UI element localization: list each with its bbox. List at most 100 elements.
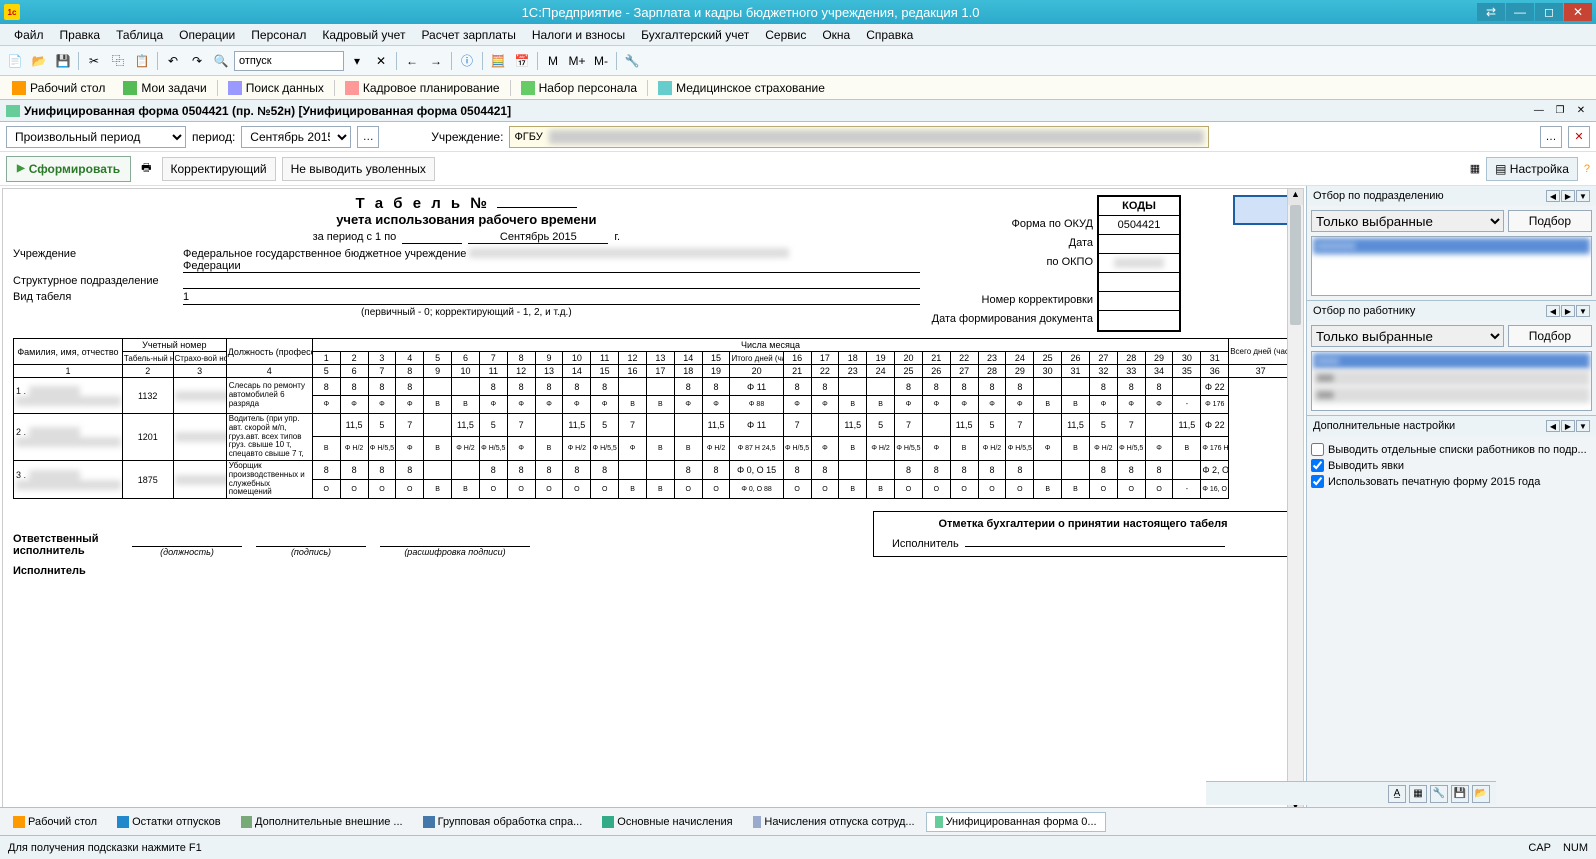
panel-collapse-icon[interactable]: ▼	[1576, 190, 1590, 202]
panel-right-icon[interactable]: ▶	[1561, 190, 1575, 202]
doc-minimize-button[interactable]: —	[1530, 103, 1548, 119]
menu-accounting[interactable]: Бухгалтерский учет	[633, 25, 757, 45]
taskbar-item-5[interactable]: Начисления отпуска сотруд...	[744, 812, 924, 832]
period-month-select[interactable]: Сентябрь 2015	[241, 126, 351, 148]
check-option-0[interactable]: Выводить отдельные списки работников по …	[1311, 443, 1592, 456]
tool-redo-icon[interactable]: ↷	[186, 50, 208, 72]
wrench-icon[interactable]: 🔧	[1430, 785, 1448, 803]
menu-help[interactable]: Справка	[858, 25, 921, 45]
statusbar: Для получения подсказки нажмите F1 CAPNU…	[0, 835, 1596, 859]
tool-open-icon[interactable]: 📂	[28, 50, 50, 72]
tool-m-button[interactable]: M	[542, 50, 564, 72]
tool-calc-icon[interactable]: 🧮	[487, 50, 509, 72]
taskbar-item-4[interactable]: Основные начисления	[593, 812, 741, 832]
subdiv-mode-select[interactable]: Только выбранные	[1311, 210, 1504, 232]
employee-mode-select[interactable]: Только выбранные	[1311, 325, 1504, 347]
nav-tasks[interactable]: Мои задачи	[115, 79, 214, 97]
help-circle-icon[interactable]: ?	[1584, 163, 1590, 175]
tool-mplus-button[interactable]: M+	[566, 50, 588, 72]
taskbar-item-2[interactable]: Дополнительные внешние ...	[232, 812, 412, 832]
search-clear-icon[interactable]: ✕	[370, 50, 392, 72]
menu-taxes[interactable]: Налоги и взносы	[524, 25, 633, 45]
tool-cut-icon[interactable]: ✂	[83, 50, 105, 72]
taskbar-item-3[interactable]: Групповая обработка спра...	[414, 812, 592, 832]
filter-icon[interactable]: ▦	[1409, 785, 1427, 803]
doc-close-button[interactable]: ✕	[1572, 103, 1590, 119]
window-titlebar: 1c 1С:Предприятие - Зарплата и кадры бюд…	[0, 0, 1596, 24]
nav-toolbar: Рабочий стол Мои задачи Поиск данных Кад…	[0, 76, 1596, 100]
tool-settings-icon[interactable]: 🔧	[621, 50, 643, 72]
report-vscrollbar[interactable]: ▲▼	[1287, 189, 1303, 817]
check-option-1[interactable]: Выводить явки	[1311, 459, 1592, 472]
taskbar-item-6[interactable]: Унифицированная форма 0...	[926, 812, 1106, 832]
tool-forward-icon[interactable]: →	[425, 50, 447, 72]
menu-table[interactable]: Таблица	[108, 25, 171, 45]
nav-desktop[interactable]: Рабочий стол	[4, 79, 113, 97]
menu-windows[interactable]: Окна	[814, 25, 858, 45]
check-option-2[interactable]: Использовать печатную форму 2015 года	[1311, 475, 1592, 488]
period-mode-select[interactable]: Произвольный период	[6, 126, 186, 148]
menu-edit[interactable]: Правка	[52, 25, 109, 45]
org-field[interactable]: ФГБУ	[509, 126, 1209, 148]
menu-payroll[interactable]: Расчет зарплаты	[413, 25, 523, 45]
menu-personnel[interactable]: Персонал	[243, 25, 314, 45]
report-title: Т а б е л ь №	[355, 195, 490, 212]
org-clear-button[interactable]: ✕	[1568, 126, 1590, 148]
main-toolbar: 📄 📂 💾 ✂ ⿻ 📋 ↶ ↷ 🔍 ▾ ✕ ← → ⓘ 🧮 📅 M M+ M- …	[0, 46, 1596, 76]
report-area: Т а б е л ь № учета использования рабоче…	[2, 188, 1304, 834]
tool-new-icon[interactable]: 📄	[4, 50, 26, 72]
menu-hr[interactable]: Кадровый учет	[314, 25, 413, 45]
tool-help-icon[interactable]: ⓘ	[456, 50, 478, 72]
blank-field-box[interactable]	[1233, 195, 1293, 225]
period-row: Произвольный период период: Сентябрь 201…	[0, 122, 1596, 152]
subdiv-pick-button[interactable]: Подбор	[1508, 210, 1592, 232]
period-picker-button[interactable]: …	[357, 126, 379, 148]
hide-dismissed-button[interactable]: Не выводить уволенных	[282, 157, 435, 181]
subdiv-list[interactable]: xxxxxxx	[1311, 236, 1592, 296]
tool-find-icon[interactable]: 🔍	[210, 50, 232, 72]
correcting-button[interactable]: Корректирующий	[162, 157, 276, 181]
font-icon[interactable]: A̲	[1388, 785, 1406, 803]
taskbar-item-0[interactable]: Рабочий стол	[4, 812, 106, 832]
window-maximize-button[interactable]: ◻	[1535, 3, 1563, 21]
grid-icon[interactable]: ▦	[1470, 162, 1480, 175]
tool-save-icon[interactable]: 💾	[52, 50, 74, 72]
tool-paste-icon[interactable]: 📋	[131, 50, 153, 72]
generate-button[interactable]: Сформировать	[6, 156, 131, 182]
nav-search[interactable]: Поиск данных	[220, 79, 332, 97]
org-picker-button[interactable]: …	[1540, 126, 1562, 148]
window-close-button[interactable]: ✕	[1564, 3, 1592, 21]
tool-back-icon[interactable]: ←	[401, 50, 423, 72]
employee-pick-button[interactable]: Подбор	[1508, 325, 1592, 347]
settings-button[interactable]: ▤ Настройка	[1486, 157, 1578, 181]
app-logo-icon: 1c	[4, 4, 20, 20]
employee-list[interactable]: xxxxxxxxxx	[1311, 351, 1592, 411]
window-minimize-button[interactable]: —	[1506, 3, 1534, 21]
tool-copy-icon[interactable]: ⿻	[107, 50, 129, 72]
signature-area: Ответственный исполнитель (должность) (п…	[13, 511, 1293, 557]
nav-medical[interactable]: Медицинское страхование	[650, 79, 833, 97]
tool-calendar-icon[interactable]: 📅	[511, 50, 533, 72]
save-settings-icon[interactable]: 💾	[1451, 785, 1469, 803]
tool-undo-icon[interactable]: ↶	[162, 50, 184, 72]
menu-service[interactable]: Сервис	[757, 25, 814, 45]
settings-panel: Отбор по подразделению◀▶▼ Только выбранн…	[1306, 186, 1596, 836]
menu-file[interactable]: Файл	[6, 25, 52, 45]
load-settings-icon[interactable]: 📂	[1472, 785, 1490, 803]
period-label: период:	[192, 130, 235, 144]
window-switch-button[interactable]: ⇄	[1477, 3, 1505, 21]
search-dropdown-icon[interactable]: ▾	[346, 50, 368, 72]
report-subtitle: учета использования рабочего времени	[13, 212, 920, 227]
tool-mminus-button[interactable]: M-	[590, 50, 612, 72]
timesheet-table: Фамилия, имя, отчествоУчетный номерДолжн…	[13, 338, 1293, 499]
document-tab: Унифицированная форма 0504421 (пр. №52н)…	[0, 100, 1596, 122]
print-icon[interactable]: 🖶	[137, 155, 155, 182]
taskbar-item-1[interactable]: Остатки отпусков	[108, 812, 230, 832]
nav-recruit[interactable]: Набор персонала	[513, 79, 646, 97]
doc-restore-button[interactable]: ❐	[1551, 103, 1569, 119]
nav-planning[interactable]: Кадровое планирование	[337, 79, 508, 97]
panel-left-icon[interactable]: ◀	[1546, 190, 1560, 202]
status-cap: CAP	[1528, 842, 1551, 854]
search-input[interactable]	[234, 51, 344, 71]
menu-operations[interactable]: Операции	[171, 25, 243, 45]
